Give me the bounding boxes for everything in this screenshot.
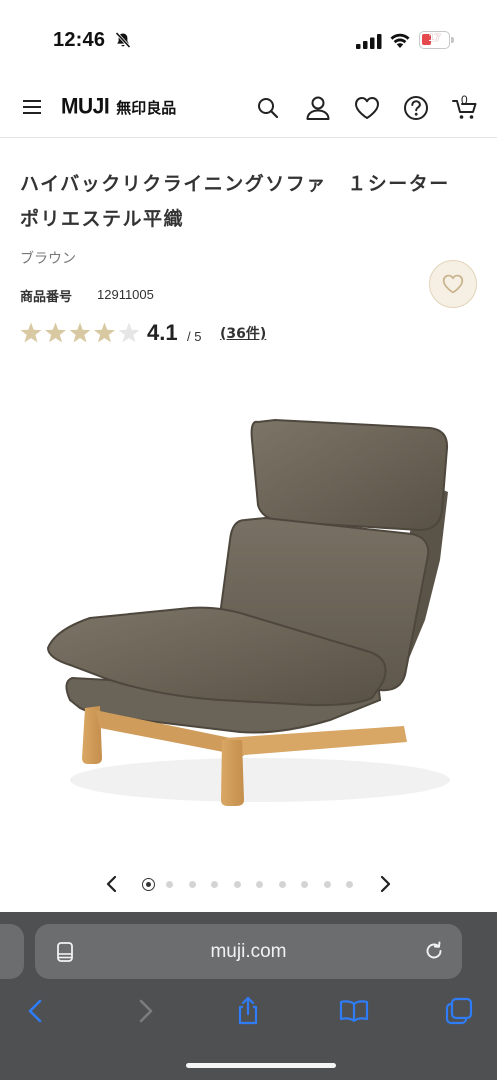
star-empty-icon bbox=[118, 322, 140, 343]
site-header: MUJI 無印良品 0 bbox=[0, 80, 497, 138]
account-icon[interactable] bbox=[304, 94, 332, 122]
search-icon[interactable] bbox=[254, 94, 282, 122]
url-text: muji.com bbox=[210, 941, 287, 962]
star-rating bbox=[20, 322, 140, 343]
back-icon[interactable] bbox=[21, 996, 51, 1026]
carousel-dot[interactable] bbox=[142, 878, 155, 891]
carousel-dot[interactable] bbox=[166, 881, 173, 888]
cart-count: 0 bbox=[461, 93, 468, 107]
bell-slash-icon bbox=[115, 31, 131, 49]
address-bar[interactable]: muji.com bbox=[35, 924, 462, 979]
review-count-link[interactable]: (36件) bbox=[220, 323, 266, 343]
browser-bottom-bar: muji.com bbox=[0, 912, 497, 1080]
wifi-icon bbox=[390, 33, 410, 48]
product-image[interactable] bbox=[0, 360, 497, 850]
carousel-dots bbox=[142, 878, 362, 891]
reload-icon[interactable] bbox=[423, 940, 445, 962]
cellular-signal-icon bbox=[356, 34, 382, 49]
product-color: ブラウン bbox=[20, 251, 76, 267]
muji-logo[interactable]: MUJI 無印良品 bbox=[61, 94, 177, 121]
rating-value: 4.1 bbox=[147, 320, 178, 345]
help-icon[interactable] bbox=[402, 94, 430, 122]
carousel-controls bbox=[0, 868, 497, 900]
rating-max: / 5 bbox=[187, 329, 202, 344]
carousel-dot[interactable] bbox=[278, 881, 286, 888]
star-filled-icon bbox=[94, 322, 115, 343]
forward-icon bbox=[139, 999, 153, 1023]
product-number: 12911005 bbox=[97, 287, 154, 302]
add-favorite-button[interactable] bbox=[429, 260, 477, 308]
menu-icon[interactable] bbox=[22, 97, 42, 117]
status-time: 12:46 bbox=[53, 29, 106, 51]
carousel-dot[interactable] bbox=[256, 881, 263, 888]
logo-jp: 無印良品 bbox=[116, 99, 177, 117]
carousel-dot[interactable] bbox=[233, 881, 241, 888]
carousel-prev-icon[interactable] bbox=[100, 872, 124, 896]
carousel-dot[interactable] bbox=[211, 881, 218, 888]
logo-en: MUJI bbox=[61, 94, 110, 119]
previous-tab-peek[interactable] bbox=[0, 924, 24, 979]
carousel-dot[interactable] bbox=[301, 881, 308, 888]
favorite-icon[interactable] bbox=[353, 94, 381, 122]
share-icon[interactable] bbox=[233, 996, 263, 1026]
tabs-icon[interactable] bbox=[444, 996, 474, 1026]
battery-level: 17 bbox=[428, 32, 441, 44]
battery-icon: 17 bbox=[419, 31, 454, 49]
carousel-dot[interactable] bbox=[323, 881, 331, 888]
star-filled-icon bbox=[69, 322, 91, 343]
product-title: ハイバックリクライニングソファ １シーター ポリエステル平織 bbox=[20, 173, 471, 230]
carousel-next-icon[interactable] bbox=[373, 872, 397, 896]
star-filled-icon bbox=[20, 322, 42, 343]
carousel-dot[interactable] bbox=[188, 881, 196, 888]
product-number-label: 商品番号 bbox=[20, 290, 73, 305]
star-filled-icon bbox=[45, 322, 66, 343]
bookmarks-icon[interactable] bbox=[339, 996, 369, 1026]
carousel-dot[interactable] bbox=[346, 881, 353, 888]
rating: 4.1 / 5 (36件) bbox=[20, 318, 320, 348]
status-bar: 12:46 17 bbox=[0, 0, 497, 80]
home-indicator[interactable] bbox=[186, 1063, 336, 1068]
heart-icon bbox=[442, 274, 464, 294]
